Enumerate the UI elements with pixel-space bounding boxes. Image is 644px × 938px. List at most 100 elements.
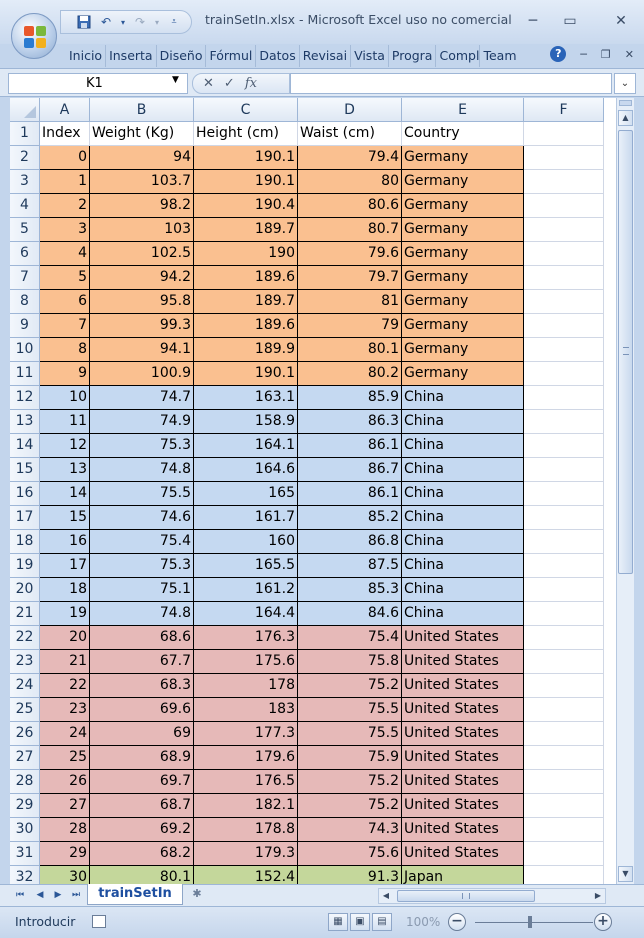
empty-cell[interactable]: [524, 146, 604, 170]
data-cell[interactable]: United States: [402, 722, 524, 746]
empty-cell[interactable]: [524, 266, 604, 290]
data-cell[interactable]: 190.1: [194, 170, 298, 194]
column-header-d[interactable]: D: [298, 98, 402, 122]
data-cell[interactable]: 74.7: [90, 386, 194, 410]
empty-cell[interactable]: [524, 746, 604, 770]
data-cell[interactable]: Germany: [402, 338, 524, 362]
empty-cell[interactable]: [524, 410, 604, 434]
data-cell[interactable]: 161.2: [194, 578, 298, 602]
row-header[interactable]: 11: [10, 362, 40, 386]
data-cell[interactable]: 69.6: [90, 698, 194, 722]
save-icon[interactable]: [75, 13, 93, 31]
row-header[interactable]: 12: [10, 386, 40, 410]
data-cell[interactable]: 75.3: [90, 434, 194, 458]
data-cell[interactable]: Germany: [402, 146, 524, 170]
data-cell[interactable]: 75.1: [90, 578, 194, 602]
data-cell[interactable]: Germany: [402, 314, 524, 338]
data-cell[interactable]: 86.7: [298, 458, 402, 482]
data-cell[interactable]: 182.1: [194, 794, 298, 818]
vertical-scroll-thumb[interactable]: [618, 130, 633, 574]
enter-icon[interactable]: ✓: [224, 76, 235, 91]
data-cell[interactable]: 79.6: [298, 242, 402, 266]
row-header[interactable]: 19: [10, 554, 40, 578]
data-cell[interactable]: United States: [402, 842, 524, 866]
row-header[interactable]: 5: [10, 218, 40, 242]
data-cell[interactable]: 80: [298, 170, 402, 194]
data-cell[interactable]: 178.8: [194, 818, 298, 842]
data-cell[interactable]: 75.2: [298, 674, 402, 698]
tab-complementos[interactable]: Compl: [436, 45, 481, 67]
data-cell[interactable]: 80.1: [90, 866, 194, 884]
data-cell[interactable]: 87.5: [298, 554, 402, 578]
data-cell[interactable]: 102.5: [90, 242, 194, 266]
empty-cell[interactable]: [524, 770, 604, 794]
row-header[interactable]: 26: [10, 722, 40, 746]
data-cell[interactable]: 103: [90, 218, 194, 242]
data-cell[interactable]: United States: [402, 674, 524, 698]
data-cell[interactable]: 14: [40, 482, 90, 506]
data-cell[interactable]: 74.8: [90, 458, 194, 482]
row-header[interactable]: 7: [10, 266, 40, 290]
data-cell[interactable]: 86.1: [298, 434, 402, 458]
data-cell[interactable]: 183: [194, 698, 298, 722]
insert-sheet-icon[interactable]: ✱: [186, 887, 208, 903]
data-cell[interactable]: 67.7: [90, 650, 194, 674]
data-cell[interactable]: 75.2: [298, 794, 402, 818]
data-cell[interactable]: 69.7: [90, 770, 194, 794]
tab-datos[interactable]: Datos: [256, 45, 300, 67]
cancel-icon[interactable]: ✕: [203, 76, 214, 91]
data-cell[interactable]: 85.3: [298, 578, 402, 602]
data-cell[interactable]: 165.5: [194, 554, 298, 578]
close-button[interactable]: ✕: [608, 10, 634, 32]
column-header-b[interactable]: B: [90, 98, 194, 122]
macro-record-icon[interactable]: [92, 915, 106, 928]
row-header[interactable]: 3: [10, 170, 40, 194]
header-cell[interactable]: Waist (cm): [298, 122, 402, 146]
data-cell[interactable]: 80.2: [298, 362, 402, 386]
data-cell[interactable]: 15: [40, 506, 90, 530]
column-header-e[interactable]: E: [402, 98, 524, 122]
data-cell[interactable]: 94: [90, 146, 194, 170]
last-sheet-icon[interactable]: ⏭: [70, 888, 82, 902]
data-cell[interactable]: 163.1: [194, 386, 298, 410]
undo-dropdown-icon[interactable]: ▾: [119, 13, 127, 31]
data-cell[interactable]: 12: [40, 434, 90, 458]
empty-cell[interactable]: [524, 866, 604, 884]
data-cell[interactable]: 16: [40, 530, 90, 554]
row-header[interactable]: 31: [10, 842, 40, 866]
redo-dropdown-icon[interactable]: ▾: [153, 13, 161, 31]
data-cell[interactable]: China: [402, 482, 524, 506]
data-cell[interactable]: 79: [298, 314, 402, 338]
data-cell[interactable]: 74.9: [90, 410, 194, 434]
data-cell[interactable]: 75.8: [298, 650, 402, 674]
data-cell[interactable]: 91.3: [298, 866, 402, 884]
empty-cell[interactable]: [524, 386, 604, 410]
row-header[interactable]: 1: [10, 122, 40, 146]
data-cell[interactable]: 164.4: [194, 602, 298, 626]
tab-inicio[interactable]: Inicio: [66, 45, 107, 67]
empty-cell[interactable]: [524, 794, 604, 818]
horizontal-scroll-thumb[interactable]: [397, 890, 535, 902]
data-cell[interactable]: 189.6: [194, 314, 298, 338]
data-cell[interactable]: 80.1: [298, 338, 402, 362]
empty-cell[interactable]: [524, 506, 604, 530]
workbook-minimize-button[interactable]: ─: [580, 48, 587, 61]
data-cell[interactable]: 99.3: [90, 314, 194, 338]
row-header[interactable]: 13: [10, 410, 40, 434]
data-cell[interactable]: 189.7: [194, 218, 298, 242]
data-cell[interactable]: United States: [402, 650, 524, 674]
data-cell[interactable]: 86.8: [298, 530, 402, 554]
tab-team[interactable]: Team: [480, 45, 519, 67]
data-cell[interactable]: 94.1: [90, 338, 194, 362]
customize-qat-icon[interactable]: ⩡: [165, 13, 183, 31]
data-cell[interactable]: 75.5: [90, 482, 194, 506]
row-header[interactable]: 30: [10, 818, 40, 842]
data-cell[interactable]: China: [402, 434, 524, 458]
data-cell[interactable]: 176.5: [194, 770, 298, 794]
zoom-level[interactable]: 100%: [406, 915, 440, 929]
data-cell[interactable]: 68.7: [90, 794, 194, 818]
data-cell[interactable]: 179.3: [194, 842, 298, 866]
data-cell[interactable]: 0: [40, 146, 90, 170]
data-cell[interactable]: 68.2: [90, 842, 194, 866]
data-cell[interactable]: 75.4: [298, 626, 402, 650]
